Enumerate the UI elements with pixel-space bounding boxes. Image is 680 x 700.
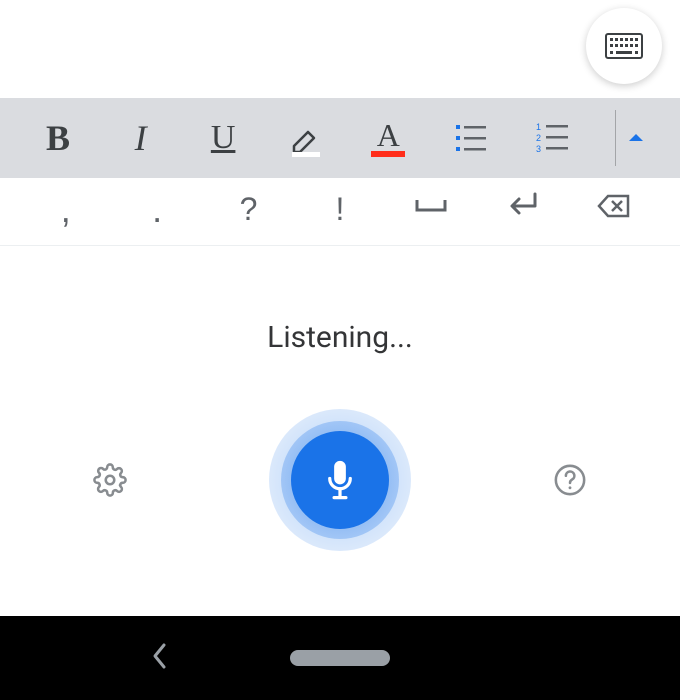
back-icon bbox=[150, 641, 170, 671]
content-area bbox=[0, 0, 680, 98]
gear-icon bbox=[93, 463, 127, 497]
numbered-list-icon: 1 2 3 bbox=[536, 121, 570, 155]
enter-icon bbox=[505, 188, 541, 224]
enter-button[interactable] bbox=[493, 188, 553, 232]
home-button[interactable] bbox=[290, 650, 390, 666]
android-nav-bar bbox=[0, 616, 680, 700]
settings-button[interactable] bbox=[88, 458, 132, 502]
backspace-icon bbox=[596, 188, 632, 224]
exclaim-button[interactable]: ! bbox=[310, 191, 370, 228]
help-icon bbox=[553, 463, 587, 497]
numbered-list-button[interactable]: 1 2 3 bbox=[523, 108, 583, 168]
highlight-button[interactable] bbox=[276, 108, 336, 168]
microphone-icon bbox=[322, 458, 358, 502]
svg-text:2: 2 bbox=[536, 133, 541, 143]
bulleted-list-icon bbox=[454, 121, 488, 155]
italic-button[interactable]: I bbox=[111, 108, 171, 168]
microphone-button[interactable] bbox=[269, 409, 411, 551]
help-button[interactable] bbox=[548, 458, 592, 502]
dictation-controls bbox=[0, 409, 680, 551]
keyboard-icon bbox=[605, 33, 643, 59]
font-color-swatch bbox=[371, 151, 405, 157]
format-toolbar: B I U A 1 2 3 bbox=[0, 98, 680, 178]
space-icon bbox=[413, 188, 449, 224]
expand-toolbar-button[interactable] bbox=[606, 108, 666, 168]
highlight-icon bbox=[286, 118, 326, 158]
svg-text:3: 3 bbox=[536, 144, 541, 154]
bulleted-list-button[interactable] bbox=[441, 108, 501, 168]
period-button[interactable]: . bbox=[127, 192, 187, 228]
font-color-glyph: A bbox=[377, 119, 400, 151]
svg-text:1: 1 bbox=[536, 122, 541, 132]
back-button[interactable] bbox=[150, 641, 170, 675]
underline-button[interactable]: U bbox=[193, 108, 253, 168]
keyboard-toggle-button[interactable] bbox=[586, 8, 662, 84]
comma-button[interactable]: , bbox=[36, 192, 96, 228]
question-button[interactable]: ? bbox=[219, 191, 279, 228]
dictation-panel: Listening... bbox=[0, 246, 680, 616]
bold-button[interactable]: B bbox=[28, 108, 88, 168]
dictation-status: Listening... bbox=[267, 320, 413, 355]
punctuation-bar: , . ? ! bbox=[0, 174, 680, 246]
font-color-button[interactable]: A bbox=[358, 108, 418, 168]
space-button[interactable] bbox=[401, 188, 461, 232]
caret-up-icon bbox=[627, 129, 645, 147]
backspace-button[interactable] bbox=[584, 188, 644, 232]
